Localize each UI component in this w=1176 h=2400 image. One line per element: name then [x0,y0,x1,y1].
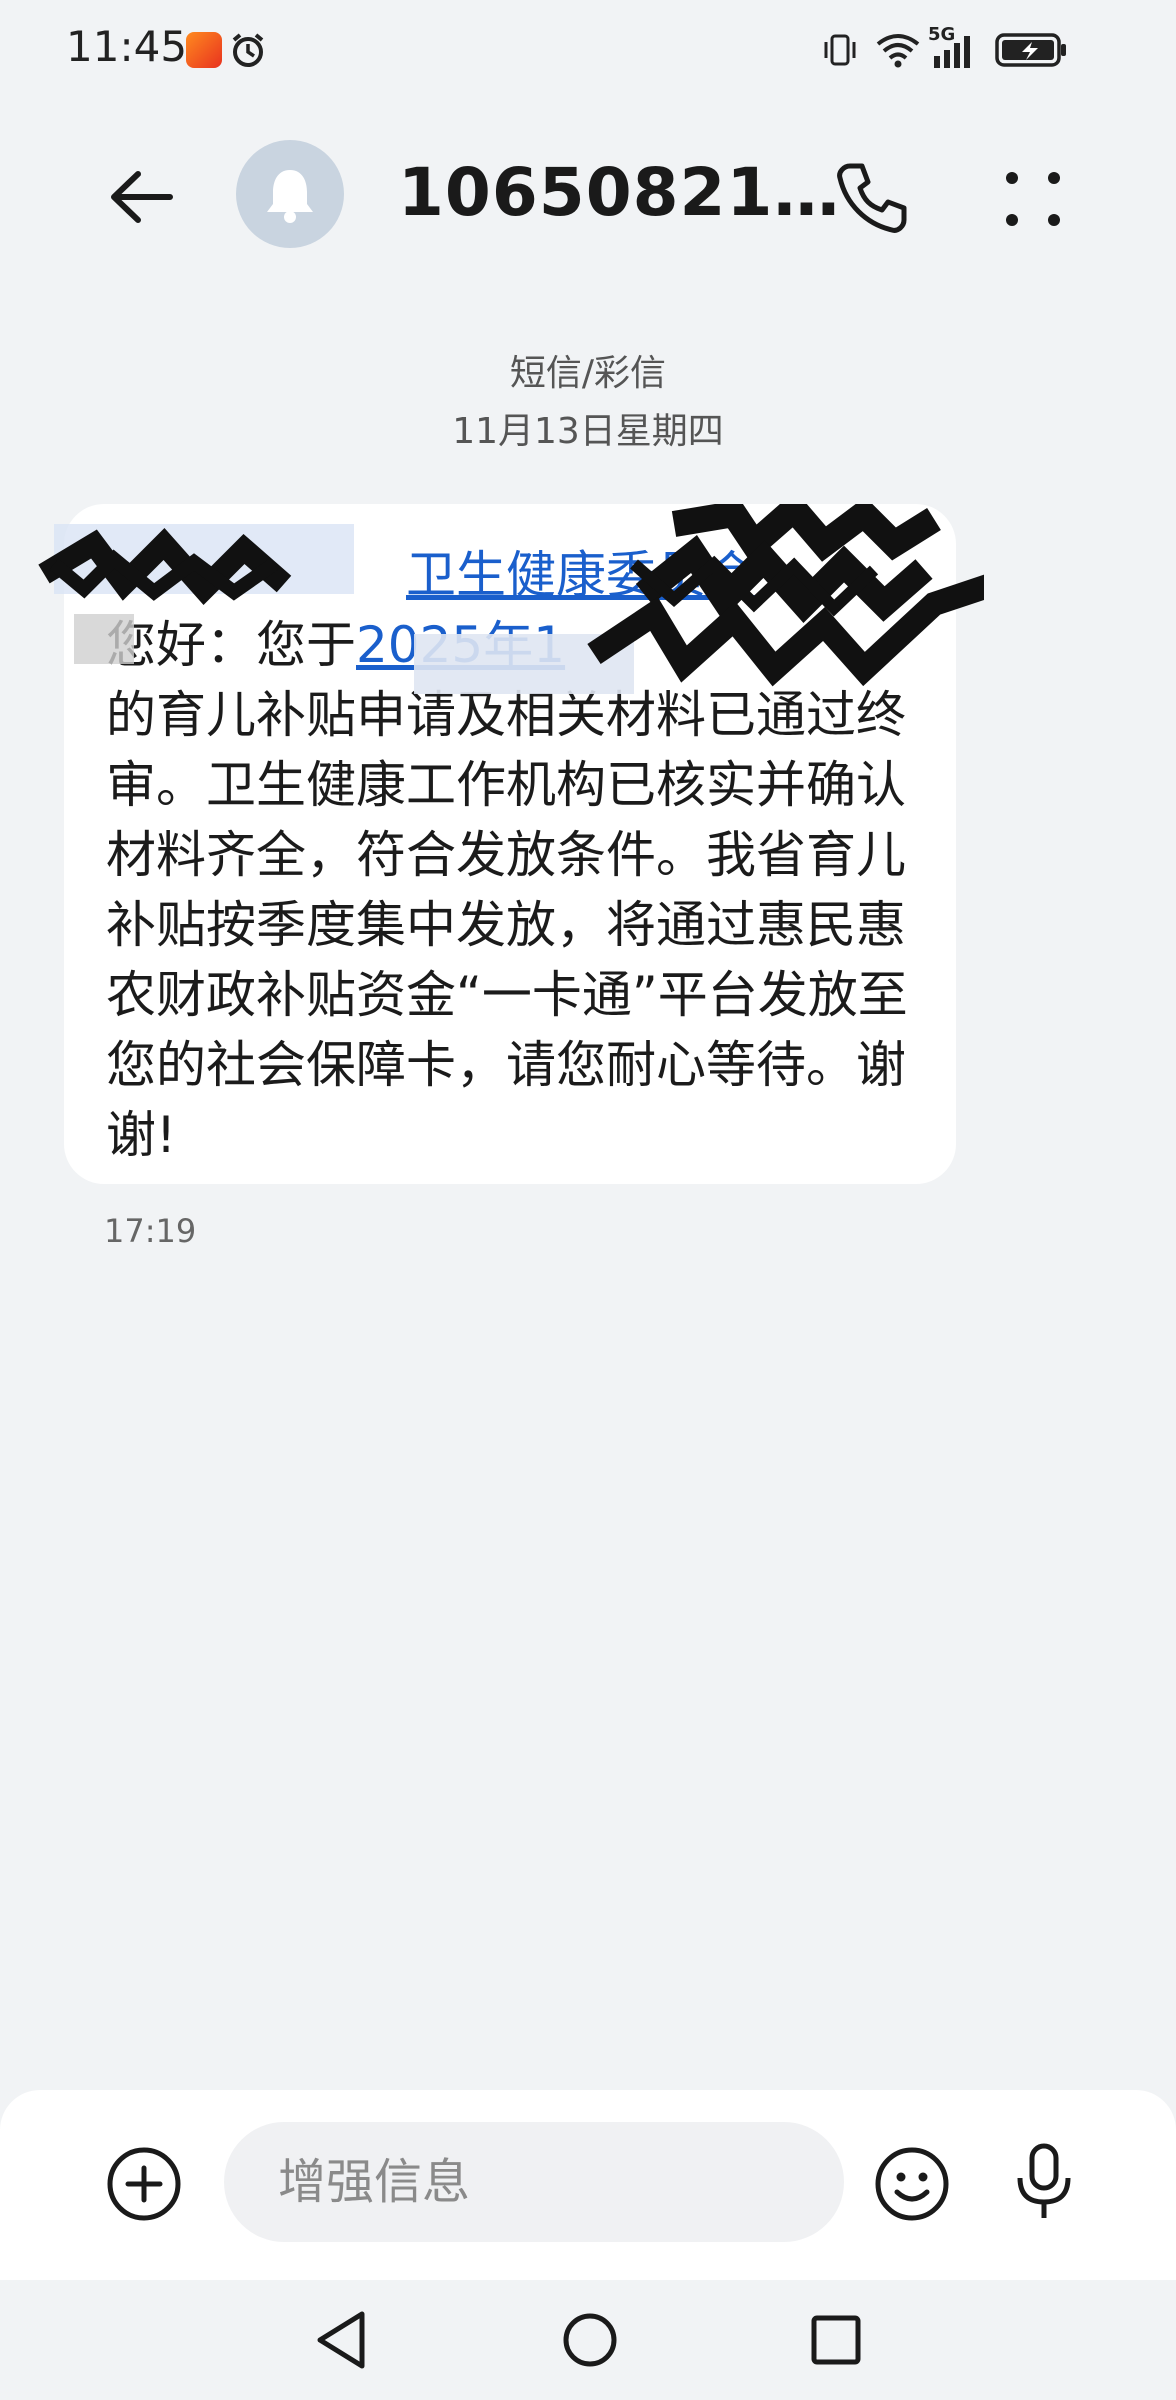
more-icon [1006,172,1060,226]
call-button[interactable] [826,154,916,244]
add-attachment-button[interactable] [104,2144,184,2224]
back-button[interactable] [100,152,190,242]
compose-bar [0,2090,1176,2280]
nav-back-button[interactable] [312,2308,372,2372]
greeting-text: 您好：您于 [106,616,356,674]
system-navigation-bar [0,2280,1176,2400]
status-time: 11:45 [66,22,188,71]
message-time: 17:19 [104,1212,197,1250]
wifi-icon [876,34,920,68]
date-link[interactable]: 2025年1 [356,616,565,674]
message-body: 的育儿补贴申请及相关材料已通过终审。卫生健康工作机构已核实并确认材料齐全，符合发… [106,686,908,1164]
app-notification-icon [186,32,222,68]
voice-input-button[interactable] [1004,2140,1084,2224]
message-line-sender: 卫生健康委员会 [106,540,918,610]
microphone-icon [1017,2143,1071,2218]
emoji-button[interactable] [872,2144,952,2224]
message-line-greeting: 您好：您于2025年1 [106,610,918,680]
vibrate-icon [824,34,856,66]
phone-icon [837,163,907,233]
message-date-label: 11月13日星期四 [452,411,724,452]
contact-avatar[interactable] [236,140,344,248]
add-icon [107,2147,181,2221]
message-type-label: 短信/彩信 [509,353,667,394]
nav-recents-button[interactable] [806,2308,866,2372]
message-text: 卫生健康委员会 您好：您于2025年1 的育儿补贴申请及相关材料已通过终审。卫生… [106,540,918,1170]
bell-icon [267,170,313,223]
signal-5g-icon [934,36,970,68]
nav-home-button[interactable] [560,2308,620,2372]
message-bubble[interactable]: 卫生健康委员会 您好：您于2025年1 的育儿补贴申请及相关材料已通过终审。卫生… [38,504,984,1184]
emoji-icon [875,2147,949,2221]
conversation-header: 10650821… [0,110,1176,280]
more-options-button[interactable] [990,154,1080,244]
back-arrow-icon [111,171,173,223]
sender-name-link[interactable]: 卫生健康委员会 [406,546,756,604]
status-bar: 11:45 5G [0,0,1176,100]
battery-charging-icon [995,33,1066,67]
contact-title[interactable]: 10650821… [398,154,840,231]
message-input[interactable] [224,2122,844,2242]
alarm-icon [228,30,268,74]
